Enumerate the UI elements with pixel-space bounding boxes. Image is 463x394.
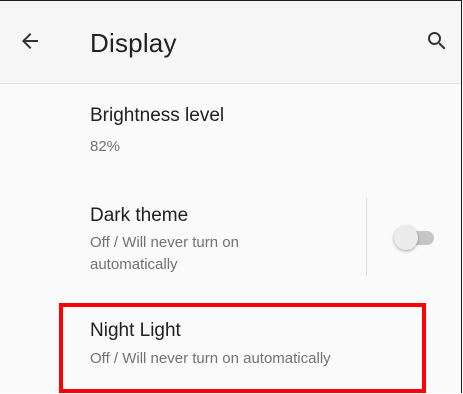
night-light-summary: Off / Will never turn on automatically [90, 350, 331, 367]
dark-theme-label: Dark theme [90, 205, 189, 226]
divider [366, 198, 367, 276]
brightness-level-label: Brightness level [90, 105, 225, 126]
night-light-label: Night Light [90, 320, 181, 341]
app-bar: Display [0, 1, 461, 84]
night-light-item[interactable]: Night Light Off / Will never turn on aut… [0, 301, 461, 394]
dark-theme-summary: Off / Will never turn on automatically [90, 234, 239, 273]
toggle-thumb [394, 226, 418, 250]
search-icon[interactable] [425, 29, 449, 53]
arrow-back-icon[interactable] [18, 29, 42, 53]
brightness-level-value: 82% [90, 138, 121, 155]
settings-screen: Display Brightness level 82% Dark theme … [0, 0, 462, 393]
dark-theme-item[interactable]: Dark theme Off / Will never turn on auto… [0, 184, 461, 294]
page-title: Display [90, 28, 177, 58]
brightness-level-item[interactable]: Brightness level 82% [0, 84, 461, 184]
dark-theme-toggle[interactable] [394, 226, 438, 250]
